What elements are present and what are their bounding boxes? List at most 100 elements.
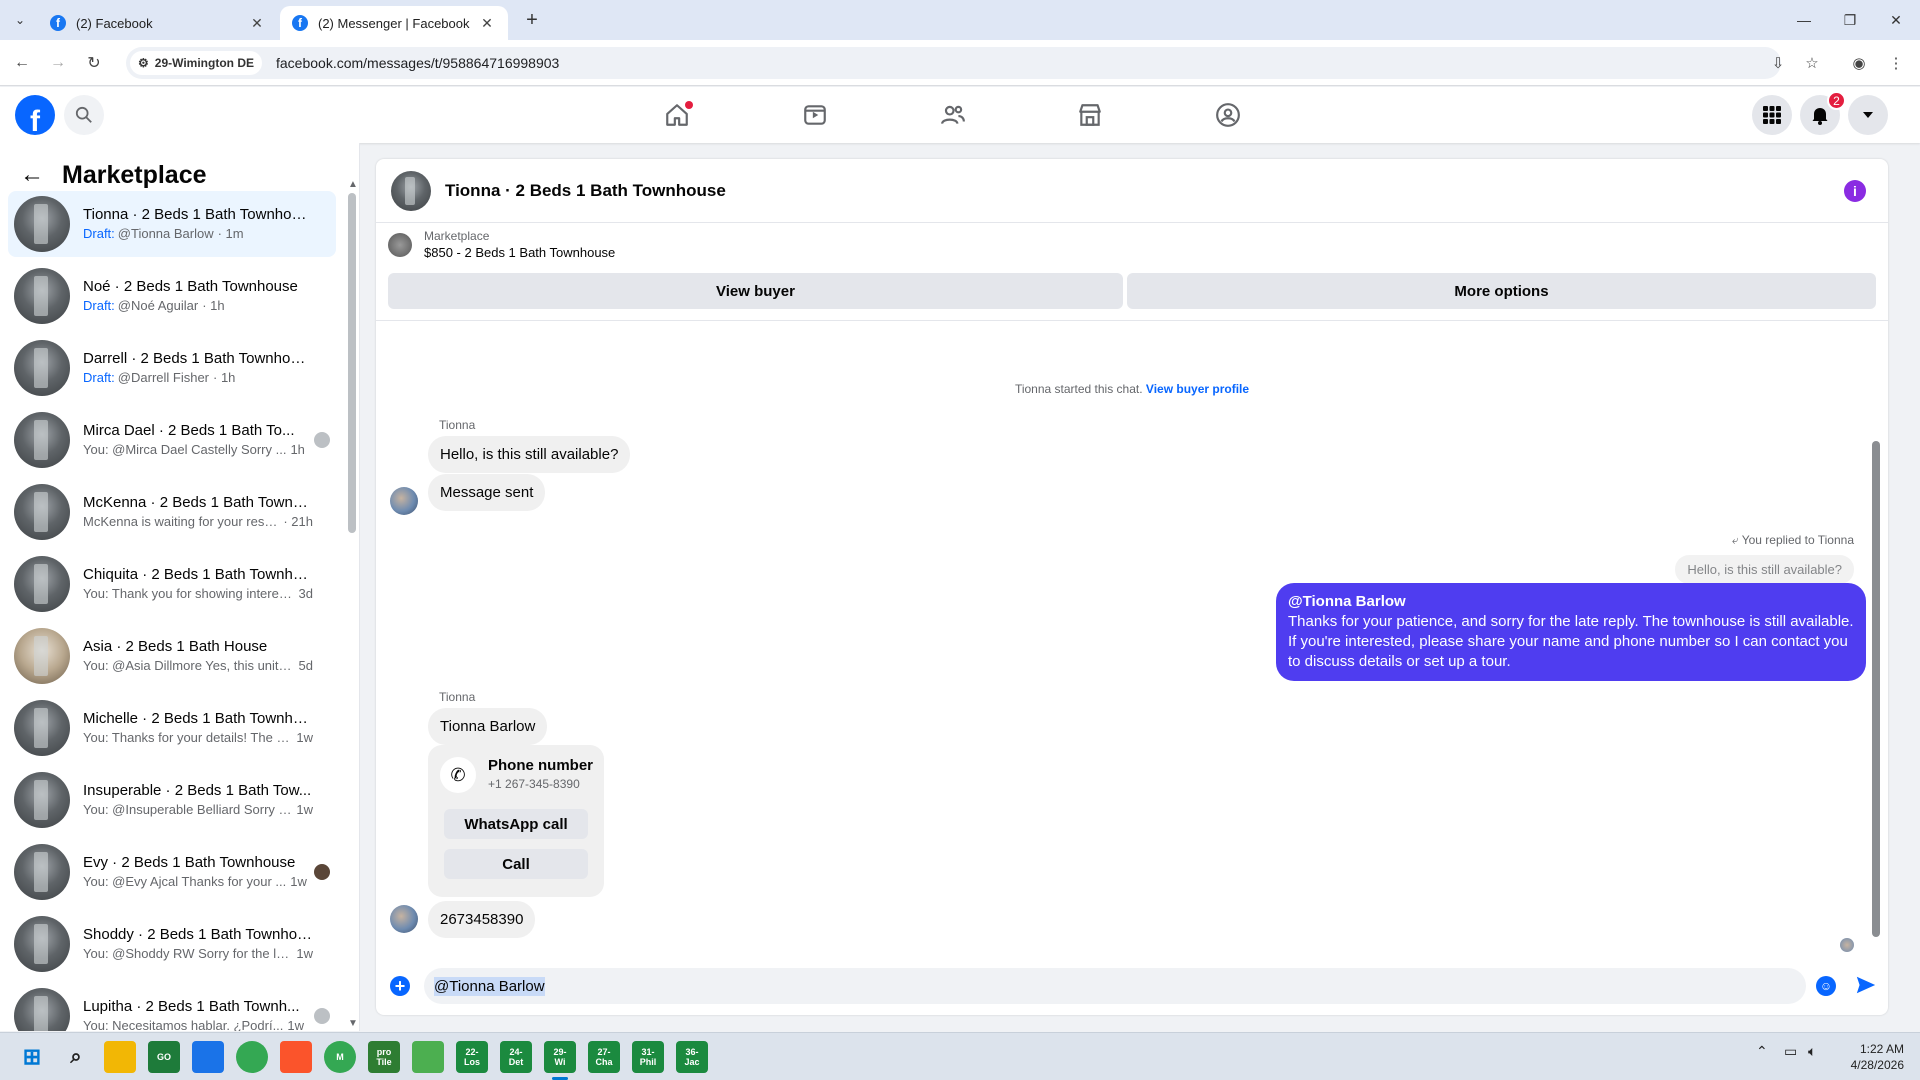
windows-taskbar: ⊞ ⌕ GO M pro Tile 22- Los 24- Det 29- Wi… bbox=[0, 1032, 1920, 1080]
back-arrow-icon[interactable]: ← bbox=[20, 161, 50, 189]
go-app-icon[interactable]: GO bbox=[148, 1041, 180, 1073]
network-icon[interactable]: ▭ bbox=[1784, 1043, 1797, 1060]
message-bubble[interactable]: Tionna Barlow bbox=[428, 708, 548, 745]
conversation-item[interactable]: Noé · 2 Beds 1 Bath Townhouse Draft: @Noé… bbox=[8, 263, 336, 329]
conversation-item[interactable]: Insuperable · 2 Beds 1 Bath Tow... You: … bbox=[8, 767, 336, 833]
marketplace-icon[interactable] bbox=[1070, 95, 1110, 135]
conversation-item[interactable]: Michelle · 2 Beds 1 Bath Townho... You: … bbox=[8, 695, 336, 761]
search-icon[interactable] bbox=[64, 95, 104, 135]
conversation-item[interactable]: Shoddy · 2 Beds 1 Bath Townhou... You: @… bbox=[8, 911, 336, 977]
maps-icon[interactable] bbox=[192, 1041, 224, 1073]
scroll-down-arrow-icon[interactable]: ▼ bbox=[348, 1018, 358, 1029]
whatsapp-call-button[interactable]: WhatsApp call bbox=[444, 809, 588, 839]
conversation-item[interactable]: Asia · 2 Beds 1 Bath House You: @Asia Di… bbox=[8, 623, 336, 689]
sheet-icon[interactable]: 24- Det bbox=[500, 1041, 532, 1073]
restore-icon[interactable]: ❐ bbox=[1836, 8, 1864, 32]
sheet-icon[interactable]: 36- Jac bbox=[676, 1041, 708, 1073]
chat-scrollbar[interactable] bbox=[1872, 441, 1880, 937]
apps-menu-icon[interactable] bbox=[1752, 95, 1792, 135]
plus-icon[interactable]: + bbox=[390, 976, 410, 996]
buyer-avatar[interactable] bbox=[390, 487, 418, 515]
address-bar[interactable]: ⚙ 29-Wimington DE facebook.com/messages/… bbox=[126, 47, 1781, 79]
bookmark-star-icon[interactable]: ☆ bbox=[1800, 51, 1824, 75]
view-buyer-profile-link[interactable]: View buyer profile bbox=[1146, 382, 1249, 396]
conversation-name: Darrell · 2 Beds 1 Bath Townhouse bbox=[83, 350, 313, 367]
message-bubble[interactable]: Hello, is this still available? bbox=[428, 436, 631, 473]
system-clock[interactable]: 1:22 AM 4/28/2026 bbox=[1851, 1041, 1904, 1073]
conversation-preview: You: Thanks for your details! The pr... bbox=[83, 730, 293, 745]
tab-close-icon[interactable]: ✕ bbox=[248, 15, 266, 32]
conversation-preview: You: @Mirca Dael Castelly Sorry ... bbox=[83, 442, 287, 457]
view-buyer-button[interactable]: View buyer bbox=[388, 273, 1123, 309]
listing-photo-avatar bbox=[14, 700, 70, 756]
conversation-time: 1w bbox=[296, 730, 313, 745]
seen-avatar-icon bbox=[314, 1008, 330, 1024]
draft-label: Draft: bbox=[83, 370, 115, 385]
tab-close-icon[interactable]: ✕ bbox=[478, 15, 496, 32]
sheet-icon[interactable]: 31- Phil bbox=[632, 1041, 664, 1073]
friends-icon[interactable] bbox=[933, 95, 973, 135]
file-explorer-icon[interactable] bbox=[104, 1041, 136, 1073]
notepad-icon[interactable] bbox=[412, 1041, 444, 1073]
install-app-icon[interactable]: ⇩ bbox=[1766, 51, 1790, 75]
site-info-chip[interactable]: ⚙ 29-Wimington DE bbox=[130, 51, 262, 75]
buyer-avatar[interactable] bbox=[390, 905, 418, 933]
conversation-item[interactable]: McKenna · 2 Beds 1 Bath Townh... McKenna… bbox=[8, 479, 336, 545]
sheet-icon[interactable]: 22- Los bbox=[456, 1041, 488, 1073]
message-input[interactable]: @Tionna Barlow bbox=[424, 968, 1806, 1004]
conversation-item[interactable]: Tionna · 2 Beds 1 Bath Townhouse Draft: @… bbox=[8, 191, 336, 257]
conversation-item[interactable]: Lupitha · 2 Beds 1 Bath Townh... You: Ne… bbox=[8, 983, 336, 1031]
chat-listing-avatar[interactable] bbox=[391, 170, 431, 211]
chrome-profile-icon[interactable]: M bbox=[324, 1041, 356, 1073]
send-icon[interactable] bbox=[1854, 973, 1878, 997]
message-bubble[interactable]: Message sent bbox=[428, 474, 546, 511]
protile-icon[interactable]: pro Tile bbox=[368, 1041, 400, 1073]
forward-arrow-icon[interactable]: → bbox=[46, 51, 70, 75]
notifications-bell-icon[interactable]: 2 bbox=[1800, 91, 1846, 135]
reload-icon[interactable]: ↻ bbox=[82, 51, 106, 75]
video-icon[interactable] bbox=[795, 95, 835, 135]
browser-tab-messenger[interactable]: f (2) Messenger | Facebook ✕ bbox=[280, 6, 508, 40]
message-bubble[interactable]: 2673458390 bbox=[428, 901, 536, 938]
profile-icon[interactable]: ◉ bbox=[1847, 51, 1871, 75]
conversation-item[interactable]: Mirca Dael · 2 Beds 1 Bath To... You: @M… bbox=[8, 407, 336, 473]
volume-icon[interactable]: 🔈︎ bbox=[1808, 1043, 1816, 1060]
conversation-item[interactable]: Evy · 2 Beds 1 Bath Townhouse You: @Evy … bbox=[8, 839, 336, 905]
conversation-preview: @Darrell Fisher bbox=[117, 370, 210, 385]
back-arrow-icon[interactable]: ← bbox=[10, 51, 34, 75]
info-icon[interactable]: i bbox=[1844, 180, 1866, 202]
new-tab-button[interactable]: + bbox=[520, 8, 544, 32]
url-text[interactable]: facebook.com/messages/t/958864716998903 bbox=[276, 55, 559, 71]
browser-menu-icon[interactable]: ⋮ bbox=[1884, 51, 1908, 75]
reply-quote[interactable]: Hello, is this still available? bbox=[1675, 555, 1854, 584]
emoji-icon[interactable]: ☺ bbox=[1816, 976, 1836, 996]
facebook-logo-icon[interactable]: f bbox=[15, 95, 55, 135]
chat-header: Tionna · 2 Beds 1 Bath Townhouse i bbox=[376, 159, 1888, 223]
chrome-icon[interactable] bbox=[236, 1041, 268, 1073]
browser-tab-facebook[interactable]: f (2) Facebook ✕ bbox=[38, 6, 278, 40]
close-window-icon[interactable]: ✕ bbox=[1882, 8, 1910, 32]
sheet-icon[interactable]: 27- Cha bbox=[588, 1041, 620, 1073]
sidebar-scrollbar[interactable] bbox=[348, 193, 356, 533]
conversation-preview: You: @Evy Ajcal Thanks for your ... bbox=[83, 874, 287, 889]
sheet-icon[interactable]: 29- Wi bbox=[544, 1041, 576, 1073]
listing-summary[interactable]: Marketplace $850 - 2 Beds 1 Bath Townhou… bbox=[388, 229, 615, 260]
conversation-item[interactable]: Darrell · 2 Beds 1 Bath Townhouse Draft:… bbox=[8, 335, 336, 401]
account-menu-chevron-icon[interactable] bbox=[1848, 95, 1888, 135]
search-icon[interactable]: ⌕ bbox=[60, 1041, 92, 1073]
tray-chevron-icon[interactable]: ⌃ bbox=[1756, 1043, 1768, 1060]
home-icon[interactable] bbox=[657, 95, 697, 135]
sender-name: Tionna bbox=[439, 690, 476, 704]
groups-icon[interactable] bbox=[1208, 95, 1248, 135]
tab-search-dropdown-icon[interactable]: ⌄ bbox=[10, 10, 30, 30]
my-message-bubble[interactable]: @Tionna Barlow Thanks for your patience,… bbox=[1276, 583, 1866, 681]
conversation-item[interactable]: Chiquita · 2 Beds 1 Bath Townho... You: … bbox=[8, 551, 336, 617]
more-options-button[interactable]: More options bbox=[1127, 273, 1876, 309]
windows-start-icon[interactable]: ⊞ bbox=[16, 1041, 48, 1073]
scroll-up-arrow-icon[interactable]: ▲ bbox=[348, 179, 358, 190]
minimize-icon[interactable]: — bbox=[1790, 8, 1818, 32]
conversation-time: 3d bbox=[298, 586, 313, 601]
brave-icon[interactable] bbox=[280, 1041, 312, 1073]
chat-title[interactable]: Tionna · 2 Beds 1 Bath Townhouse bbox=[445, 181, 726, 201]
call-button[interactable]: Call bbox=[444, 849, 588, 879]
